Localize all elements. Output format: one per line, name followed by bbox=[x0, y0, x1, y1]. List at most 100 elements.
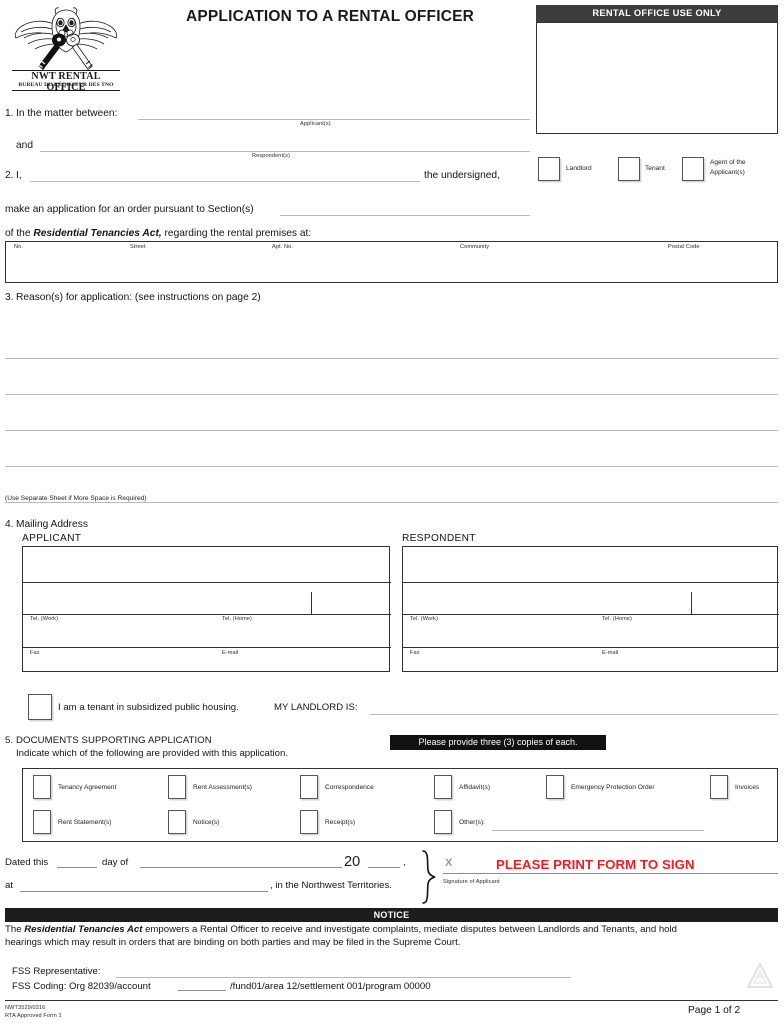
reason-line-4[interactable] bbox=[5, 466, 778, 467]
checkbox-agent[interactable] bbox=[682, 157, 704, 181]
respondent-email-input[interactable] bbox=[590, 655, 778, 672]
fss-coding-label: FSS Coding: Org 82039/account bbox=[12, 981, 151, 992]
undersigned-name-input[interactable] bbox=[30, 181, 420, 182]
dated-year-input[interactable] bbox=[368, 867, 400, 868]
notice-text-a: The bbox=[5, 924, 22, 935]
notice-text-b: empowers a Rental Officer to receive and… bbox=[145, 924, 677, 935]
gnwt-seal-icon bbox=[745, 962, 775, 992]
footer-divider bbox=[5, 1000, 778, 1001]
footer-page-number: Page 1 of 2 bbox=[688, 1005, 741, 1016]
section2-i-label: I, bbox=[16, 170, 22, 181]
act-prefix: of the bbox=[5, 228, 31, 239]
checkbox-subsidized-housing[interactable] bbox=[28, 694, 52, 720]
applicant-caption: Applicant(s) bbox=[300, 121, 331, 127]
signature-x-mark: X bbox=[445, 857, 453, 869]
page-title: APPLICATION TO A RENTAL OFFICER bbox=[185, 8, 475, 25]
reason-line-3[interactable] bbox=[5, 430, 778, 431]
subsidized-housing-label: I am a tenant in subsidized public housi… bbox=[58, 702, 239, 713]
dated-day-input[interactable] bbox=[57, 867, 97, 868]
address-header-street: Street bbox=[130, 244, 146, 250]
key-light bbox=[66, 33, 93, 71]
respondent-fax-input[interactable] bbox=[402, 655, 590, 672]
act-suffix: regarding the rental premises at: bbox=[164, 228, 312, 239]
at-label: at bbox=[5, 880, 14, 891]
checkbox-rent-assessments[interactable] bbox=[168, 775, 186, 799]
applicant-address-line2-input[interactable] bbox=[22, 581, 390, 613]
section3-heading: Reason(s) for application: (see instruct… bbox=[16, 292, 261, 303]
footer-form-number: NWT3529/0316 bbox=[5, 1005, 46, 1011]
label-agent-line1: Agent of the bbox=[710, 159, 746, 166]
section2-act-line: of the Residential Tenancies Act, regard… bbox=[5, 228, 311, 239]
address-header-community: Community bbox=[460, 244, 490, 250]
applicant-address-line1-input[interactable] bbox=[22, 546, 390, 581]
checkbox-tenant[interactable] bbox=[618, 157, 640, 181]
at-place-input[interactable] bbox=[20, 891, 268, 892]
applicant-tel-work-input[interactable] bbox=[22, 622, 206, 645]
checkbox-notices[interactable] bbox=[168, 810, 186, 834]
applicant-name-input[interactable] bbox=[138, 119, 530, 120]
year-prefix: 20 bbox=[344, 854, 361, 870]
checkbox-rent-statements[interactable] bbox=[33, 810, 51, 834]
logo-title-fr: BUREAU DU RÉGISSEUR DES TNO bbox=[18, 82, 114, 88]
section1-and: and bbox=[16, 140, 33, 151]
fss-representative-input[interactable] bbox=[116, 977, 571, 978]
copies-banner: Please provide three (3) copies of each. bbox=[390, 735, 606, 750]
checkbox-emergency-protection-order[interactable] bbox=[546, 775, 564, 799]
label-notices: Notice(s) bbox=[193, 819, 220, 826]
premises-address-box[interactable] bbox=[5, 241, 778, 283]
respondent-tel-work-input[interactable] bbox=[402, 622, 590, 645]
label-invoices: Invoices bbox=[735, 784, 760, 791]
print-to-sign-notice: PLEASE PRINT FORM TO SIGN bbox=[496, 857, 695, 872]
section1-prompt: In the matter between: bbox=[16, 108, 118, 119]
respondent-caption: Respondent(s) bbox=[252, 153, 290, 159]
checkbox-landlord[interactable] bbox=[538, 157, 560, 181]
label-emergency-protection-order: Emergency Protection Order bbox=[571, 784, 655, 791]
respondent-tel-home-input[interactable] bbox=[590, 622, 778, 645]
notice-text-line2: hearings which may result in orders that… bbox=[5, 937, 461, 948]
fss-account-input[interactable] bbox=[178, 990, 226, 991]
label-landlord: Landlord bbox=[566, 165, 592, 172]
respondent-address-line2-input[interactable] bbox=[402, 581, 778, 613]
label-rent-assessments: Rent Assessment(s) bbox=[193, 784, 252, 791]
checkbox-affidavits[interactable] bbox=[434, 775, 452, 799]
label-tenant: Tenant bbox=[645, 165, 665, 172]
checkbox-correspondence[interactable] bbox=[300, 775, 318, 799]
dated-month-input[interactable] bbox=[140, 867, 342, 868]
applicant-tel-home-input[interactable] bbox=[206, 622, 390, 645]
applicant-email-input[interactable] bbox=[206, 655, 390, 672]
notice-act-name: Residential Tenancies Act bbox=[24, 924, 143, 935]
applicant-fax-input[interactable] bbox=[22, 655, 206, 672]
others-input[interactable] bbox=[492, 830, 704, 831]
brace-decoration bbox=[420, 850, 438, 904]
section5-number: 5. bbox=[5, 735, 14, 746]
checkbox-invoices[interactable] bbox=[710, 775, 728, 799]
reason-line-5[interactable] bbox=[5, 502, 778, 503]
reason-line-1[interactable] bbox=[5, 358, 778, 359]
checkbox-others[interactable] bbox=[434, 810, 452, 834]
label-affidavits: Affidavit(s) bbox=[459, 784, 491, 791]
label-receipts: Receipt(s) bbox=[325, 819, 356, 826]
checkbox-tenancy-agreement[interactable] bbox=[33, 775, 51, 799]
label-others: Other(s): bbox=[459, 819, 486, 826]
my-landlord-is-label: MY LANDLORD IS: bbox=[274, 702, 358, 713]
section4-heading: Mailing Address bbox=[16, 519, 88, 530]
form-page: NWT RENTAL OFFICE BUREAU DU RÉGISSEUR DE… bbox=[0, 0, 784, 1024]
my-landlord-input[interactable] bbox=[370, 714, 778, 715]
checkbox-receipts[interactable] bbox=[300, 810, 318, 834]
label-tenancy-agreement: Tenancy Agreement bbox=[58, 784, 117, 791]
label-rent-statements: Rent Statement(s) bbox=[58, 819, 112, 826]
section5-heading: DOCUMENTS SUPPORTING APPLICATION bbox=[16, 735, 212, 746]
office-use-banner: RENTAL OFFICE USE ONLY bbox=[536, 5, 778, 22]
act-name: Residential Tenancies Act, bbox=[33, 228, 162, 239]
notice-text-line1: The Residential Tenancies Act empowers a… bbox=[5, 924, 781, 935]
respondent-address-line1-input[interactable] bbox=[402, 546, 778, 581]
signature-input[interactable] bbox=[443, 873, 778, 874]
territories-label: , in the Northwest Territories. bbox=[270, 880, 392, 891]
reason-line-2[interactable] bbox=[5, 394, 778, 395]
respondent-name-input[interactable] bbox=[40, 151, 530, 152]
address-header-postal: Postal Code bbox=[668, 244, 700, 250]
fss-coding-tail: /fund01/area 12/settlement 001/program 0… bbox=[230, 981, 431, 992]
nwt-rental-office-logo: NWT RENTAL OFFICE BUREAU DU RÉGISSEUR DE… bbox=[12, 4, 120, 93]
section-numbers-input[interactable] bbox=[280, 215, 530, 216]
day-of-label: day of bbox=[102, 857, 129, 868]
